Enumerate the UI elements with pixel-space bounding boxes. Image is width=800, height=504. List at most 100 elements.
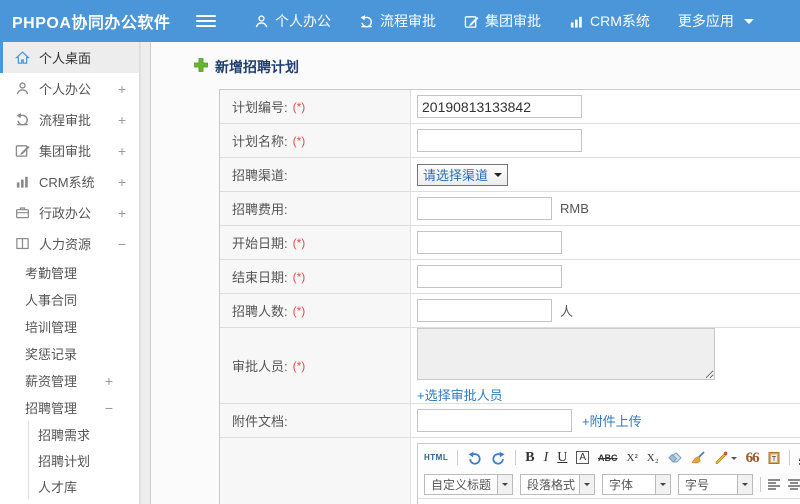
person-suffix: 人 bbox=[560, 304, 574, 319]
main-content: 新增招聘计划 计划编号:(*) 计划名称:(*) 招聘渠道: 请选择渠道 bbox=[151, 42, 800, 504]
underline-button[interactable]: U bbox=[557, 450, 567, 466]
sidebar-item-training[interactable]: 培训管理 bbox=[0, 313, 139, 340]
attachment-input[interactable] bbox=[417, 409, 572, 432]
add-plus-icon bbox=[194, 57, 208, 77]
expand-plus-icon[interactable]: + bbox=[118, 81, 126, 97]
top-menu-more-apps[interactable]: 更多应用 bbox=[678, 11, 754, 31]
font-size-dropdown[interactable]: 字号 bbox=[678, 474, 754, 495]
end-date-input[interactable] bbox=[417, 265, 562, 288]
html-source-button[interactable]: HTML bbox=[424, 453, 448, 462]
char-border-button[interactable]: A bbox=[576, 451, 590, 464]
person-icon bbox=[15, 81, 30, 96]
select-approvers-link[interactable]: +选择审批人员 bbox=[417, 385, 715, 404]
paragraph-format-dropdown[interactable]: 段落格式 bbox=[520, 474, 596, 495]
required-mark: (*) bbox=[292, 269, 306, 284]
sidebar-item-human-resources[interactable]: 人力资源 − bbox=[0, 228, 139, 259]
sidebar-splitter[interactable] bbox=[140, 42, 151, 504]
sidebar-item-admin-office[interactable]: 行政办公 + bbox=[0, 197, 139, 228]
form-row-end-date: 结束日期: (*) bbox=[220, 260, 800, 294]
top-menu-crm[interactable]: CRM系统 bbox=[569, 11, 650, 31]
sidebar-item-salary[interactable]: 薪资管理 + bbox=[0, 367, 139, 394]
briefcase-icon bbox=[15, 205, 30, 220]
start-date-input[interactable] bbox=[417, 231, 562, 254]
form-row-editor: HTML B I U A ABC X² X₂ 66 T 自定义标题 段落格式 字… bbox=[220, 438, 800, 504]
custom-heading-dropdown[interactable]: 自定义标题 bbox=[424, 474, 514, 495]
paint-color-dropdown[interactable] bbox=[714, 451, 737, 464]
expand-plus-icon[interactable]: + bbox=[118, 143, 126, 159]
sidebar: 个人桌面 个人办公 + 流程审批 + 集团审批 + CRM系统 + 行政办公 +… bbox=[0, 42, 140, 504]
expand-plus-icon[interactable]: + bbox=[118, 174, 126, 190]
sidebar-item-personal-desktop[interactable]: 个人桌面 bbox=[0, 42, 139, 73]
approvers-textarea[interactable] bbox=[417, 327, 715, 380]
top-menu-workflow-approval[interactable]: 流程审批 bbox=[359, 11, 436, 31]
align-left-icon[interactable] bbox=[768, 479, 781, 490]
sidebar-item-hr-contract[interactable]: 人事合同 bbox=[0, 286, 139, 313]
collapse-minus-icon[interactable]: − bbox=[118, 236, 126, 252]
plan-number-input[interactable] bbox=[417, 95, 582, 118]
clean-format-broom-icon[interactable] bbox=[691, 451, 705, 464]
sidebar-item-attendance[interactable]: 考勤管理 bbox=[0, 259, 139, 286]
chevron-down-icon bbox=[497, 475, 513, 494]
chevron-down-icon bbox=[655, 475, 671, 494]
paste-clipboard-icon[interactable]: T bbox=[768, 451, 780, 464]
channel-select[interactable]: 请选择渠道 bbox=[417, 163, 509, 186]
italic-button[interactable]: I bbox=[544, 450, 549, 466]
form-row-plan-number: 计划编号: (*) bbox=[220, 90, 800, 124]
svg-text:T: T bbox=[771, 456, 776, 463]
hr-submenu: 考勤管理 人事合同 培训管理 奖惩记录 薪资管理 + 招聘管理 − 招聘需求 招聘计… bbox=[0, 259, 139, 499]
plan-name-input[interactable] bbox=[417, 129, 582, 152]
blockquote-button[interactable]: 66 bbox=[746, 450, 760, 465]
sidebar-item-talent-pool[interactable]: 人才库 bbox=[29, 473, 139, 499]
person-icon bbox=[254, 14, 269, 29]
required-mark: (*) bbox=[292, 235, 306, 250]
top-navigation-bar: PHPOA协同办公软件 个人办公 流程审批 集团审批 CRM系统 更多应用 bbox=[0, 0, 800, 42]
subscript-button[interactable]: X₂ bbox=[647, 452, 659, 464]
font-family-dropdown[interactable]: 字体 bbox=[602, 474, 672, 495]
top-menu-personal-office[interactable]: 个人办公 bbox=[254, 11, 331, 31]
bold-button[interactable]: B bbox=[525, 450, 534, 466]
sidebar-item-group-approval[interactable]: 集团审批 + bbox=[0, 135, 139, 166]
sidebar-item-recruit-plan[interactable]: 招聘计划 bbox=[29, 447, 139, 473]
app-window: PHPOA协同办公软件 个人办公 流程审批 集团审批 CRM系统 更多应用 个人… bbox=[0, 0, 800, 504]
workflow-cycle-icon bbox=[15, 112, 30, 127]
chevron-down-icon bbox=[737, 475, 753, 494]
top-menu-group-approval[interactable]: 集团审批 bbox=[464, 11, 541, 31]
strikethrough-button[interactable]: ABC bbox=[598, 453, 618, 463]
form-row-approvers: 审批人员: (*) +选择审批人员 bbox=[220, 327, 800, 404]
sidebar-item-crm[interactable]: CRM系统 + bbox=[0, 166, 139, 197]
expand-plus-icon[interactable]: + bbox=[118, 112, 126, 128]
align-center-icon[interactable] bbox=[788, 479, 800, 490]
edit-square-icon bbox=[464, 14, 479, 29]
required-mark: (*) bbox=[292, 358, 306, 373]
superscript-button[interactable]: X² bbox=[627, 452, 638, 464]
eraser-icon[interactable] bbox=[667, 451, 682, 464]
sidebar-item-workflow-approval[interactable]: 流程审批 + bbox=[0, 104, 139, 135]
collapse-minus-icon[interactable]: − bbox=[105, 400, 113, 416]
redo-icon[interactable] bbox=[491, 451, 506, 465]
recruit-cost-input[interactable] bbox=[417, 197, 552, 220]
expand-plus-icon[interactable]: + bbox=[105, 373, 113, 389]
editor-content-area[interactable] bbox=[418, 499, 800, 504]
chevron-down-icon bbox=[730, 456, 737, 463]
sidebar-item-recruit-demand[interactable]: 招聘需求 bbox=[29, 421, 139, 447]
page-title: 新增招聘计划 bbox=[215, 59, 299, 75]
attachment-upload-link[interactable]: +附件上传 bbox=[582, 411, 642, 430]
form-row-start-date: 开始日期: (*) bbox=[220, 226, 800, 260]
top-menu: 个人办公 流程审批 集团审批 CRM系统 更多应用 bbox=[240, 11, 768, 31]
book-icon bbox=[15, 236, 30, 251]
sidebar-item-personal-office[interactable]: 个人办公 + bbox=[0, 73, 139, 104]
undo-icon[interactable] bbox=[467, 451, 482, 465]
expand-plus-icon[interactable]: + bbox=[118, 205, 126, 221]
currency-suffix: RMB bbox=[560, 201, 589, 216]
sidebar-item-recruitment[interactable]: 招聘管理 − bbox=[0, 394, 139, 421]
sidebar-item-rewards[interactable]: 奖惩记录 bbox=[0, 340, 139, 367]
chevron-down-icon bbox=[579, 475, 595, 494]
app-logo: PHPOA协同办公软件 bbox=[12, 15, 171, 32]
page-header: 新增招聘计划 bbox=[151, 42, 800, 89]
headcount-input[interactable] bbox=[417, 299, 552, 322]
recruit-plan-form: 计划编号:(*) 计划名称:(*) 招聘渠道: 请选择渠道 bbox=[219, 89, 800, 504]
required-mark: (*) bbox=[292, 303, 306, 318]
edit-square-icon bbox=[15, 143, 30, 158]
home-icon bbox=[15, 50, 30, 65]
hamburger-menu-icon[interactable] bbox=[196, 12, 216, 30]
